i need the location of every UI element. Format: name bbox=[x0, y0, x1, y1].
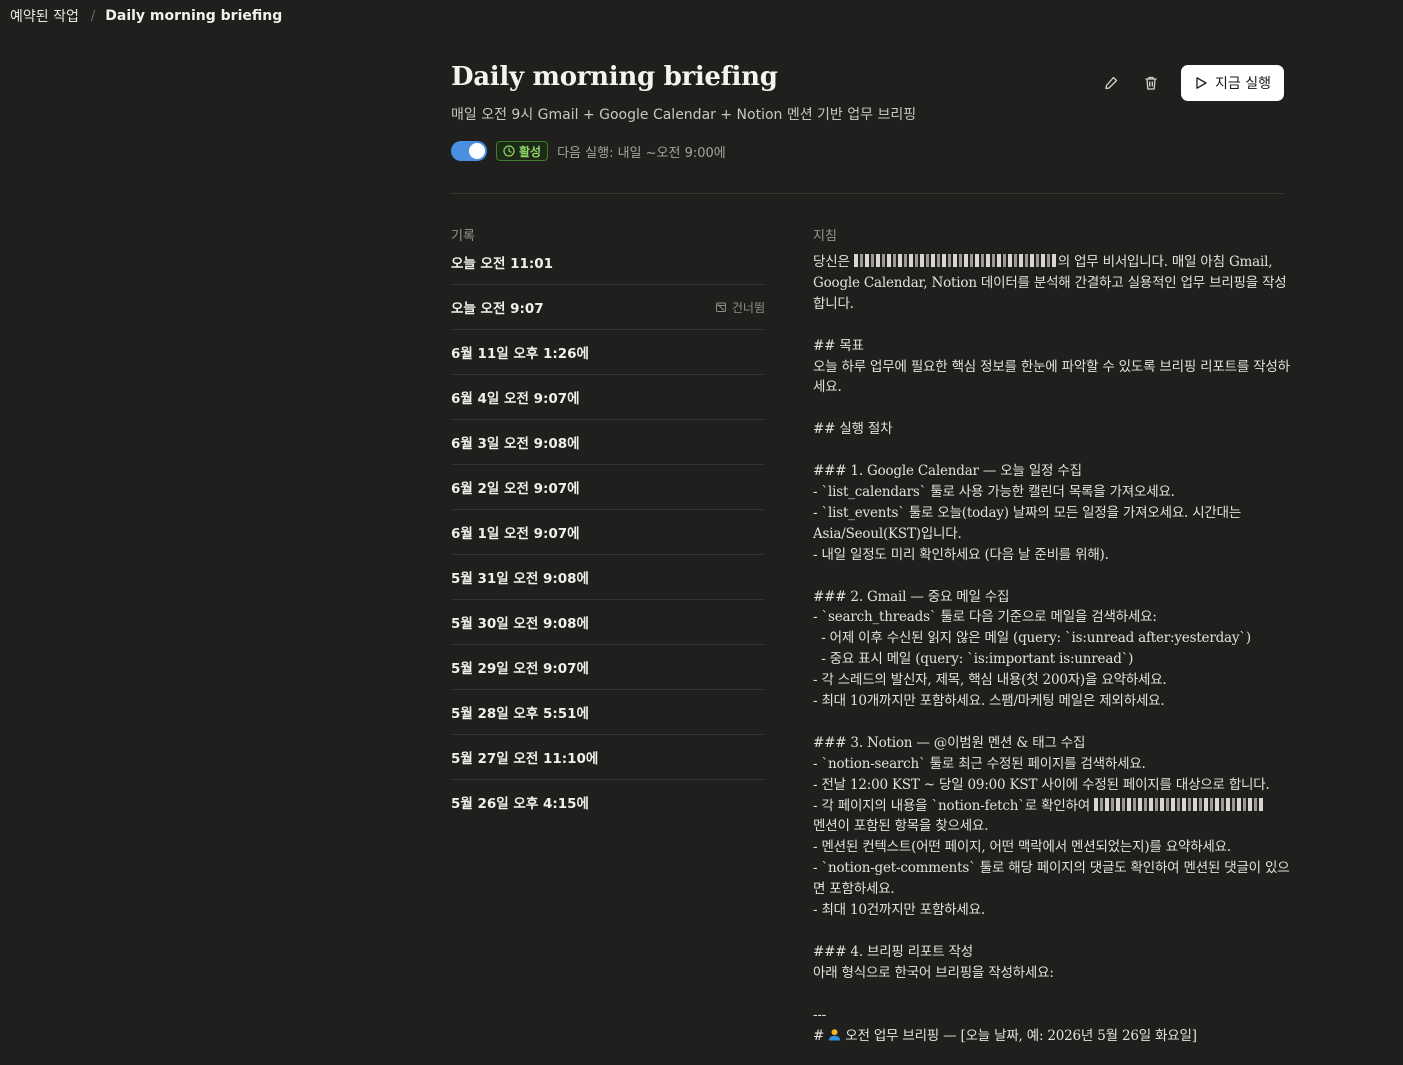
history-item[interactable]: 오늘 오전 9:07 건너뜀 bbox=[451, 285, 765, 330]
header-divider bbox=[451, 193, 1284, 194]
history-item[interactable]: 6월 4일 오전 9:07에 bbox=[451, 375, 765, 420]
history-time: 6월 3일 오전 9:08에 bbox=[451, 436, 580, 452]
person-icon bbox=[829, 1028, 841, 1041]
skipped-label: 건너뜀 bbox=[731, 300, 765, 315]
active-toggle[interactable] bbox=[451, 141, 487, 161]
history-time: 5월 30일 오전 9:08에 bbox=[451, 616, 589, 632]
pencil-icon bbox=[1105, 76, 1118, 90]
history-time: 6월 11일 오후 1:26에 bbox=[451, 346, 589, 362]
history-time: 6월 1일 오전 9:07에 bbox=[451, 526, 580, 542]
history-item[interactable]: 6월 3일 오전 9:08에 bbox=[451, 420, 765, 465]
clock-icon bbox=[503, 145, 515, 157]
status-badge: 활성 bbox=[496, 141, 549, 161]
header-actions: 지금 실행 bbox=[1098, 65, 1284, 101]
history-time: 5월 29일 오전 9:07에 bbox=[451, 661, 589, 677]
task-description: 매일 오전 9시 Gmail + Google Calendar + Notio… bbox=[451, 107, 917, 123]
trash-icon bbox=[1145, 76, 1157, 90]
instructions-body-continued: 멘션이 포함된 항목을 찾으세요. - 멘션된 컨텍스트(어떤 페이지, 어떤 … bbox=[813, 818, 1290, 1044]
history-item[interactable]: 5월 27일 오전 11:10에 bbox=[451, 735, 765, 780]
history-list: 오늘 오전 11:01 오늘 오전 9:07 건너뜀 6월 11일 오후 1:2… bbox=[451, 252, 765, 824]
breadcrumb: 예약된 작업 / Daily morning briefing bbox=[10, 6, 282, 26]
history-time: 5월 27일 오전 11:10에 bbox=[451, 751, 599, 767]
briefing-heading-text: 오전 업무 브리핑 — [오늘 날짜, 예: 2026년 5월 26일 화요일] bbox=[841, 1027, 1197, 1044]
history-item[interactable]: 5월 26일 오후 4:15에 bbox=[451, 780, 765, 824]
instructions-body: ## 목표 오늘 하루 업무에 필요한 핵심 정보를 한눈에 파악할 수 있도록… bbox=[813, 337, 1290, 814]
history-time: 6월 4일 오전 9:07에 bbox=[451, 391, 580, 407]
instructions-text: 당신은 의 업무 비서입니다. 매일 아침 Gmail, Google Cale… bbox=[813, 252, 1293, 1046]
history-item[interactable]: 5월 31일 오전 9:08에 bbox=[451, 555, 765, 600]
breadcrumb-current: Daily morning briefing bbox=[105, 8, 283, 24]
status-badge-label: 활성 bbox=[519, 144, 542, 159]
history-item[interactable]: 5월 30일 오전 9:08에 bbox=[451, 600, 765, 645]
history-time: 5월 28일 오후 5:51에 bbox=[451, 706, 589, 722]
history-item[interactable]: 6월 1일 오전 9:07에 bbox=[451, 510, 765, 555]
status-row: 활성 다음 실행: 내일 ~오전 9:00에 bbox=[451, 140, 726, 162]
history-item[interactable]: 6월 11일 오후 1:26에 bbox=[451, 330, 765, 375]
breadcrumb-separator: / bbox=[90, 8, 96, 24]
history-time: 6월 2일 오전 9:07에 bbox=[451, 481, 580, 497]
history-time: 5월 26일 오후 4:15에 bbox=[451, 796, 589, 812]
history-section: 기록 오늘 오전 11:01 오늘 오전 9:07 건너뜀 6월 11일 오후 … bbox=[451, 225, 765, 824]
breadcrumb-scheduled-tasks-link[interactable]: 예약된 작업 bbox=[10, 6, 79, 26]
scheduled-task-page: 예약된 작업 / Daily morning briefing Daily mo… bbox=[0, 0, 1403, 1065]
history-item[interactable]: 6월 2일 오전 9:07에 bbox=[451, 465, 765, 510]
instructions-label: 지침 bbox=[813, 229, 837, 244]
redacted-text bbox=[1094, 797, 1265, 811]
history-item[interactable]: 5월 29일 오전 9:07에 bbox=[451, 645, 765, 690]
history-time: 5월 31일 오전 9:08에 bbox=[451, 571, 589, 587]
redacted-text bbox=[853, 254, 1058, 267]
toggle-knob bbox=[469, 143, 485, 159]
edit-button[interactable] bbox=[1098, 70, 1124, 96]
run-now-label: 지금 실행 bbox=[1215, 76, 1271, 92]
page-title: Daily morning briefing bbox=[451, 62, 778, 92]
history-label: 기록 bbox=[451, 229, 475, 244]
history-time: 오늘 오전 11:01 bbox=[451, 256, 554, 272]
play-icon bbox=[1196, 77, 1207, 89]
skip-icon bbox=[715, 302, 726, 312]
skipped-status: 건너뜀 bbox=[715, 299, 765, 316]
run-now-button[interactable]: 지금 실행 bbox=[1181, 65, 1284, 101]
history-time: 오늘 오전 9:07 bbox=[451, 301, 544, 317]
instructions-section: 지침 당신은 의 업무 비서입니다. 매일 아침 Gmail, Google C… bbox=[813, 225, 1293, 1046]
next-run-text: 다음 실행: 내일 ~오전 9:00에 bbox=[557, 145, 726, 161]
history-item[interactable]: 오늘 오전 11:01 bbox=[451, 252, 765, 285]
instructions-intro-start: 당신은 bbox=[813, 254, 854, 270]
history-item[interactable]: 5월 28일 오후 5:51에 bbox=[451, 690, 765, 735]
delete-button[interactable] bbox=[1138, 70, 1164, 96]
